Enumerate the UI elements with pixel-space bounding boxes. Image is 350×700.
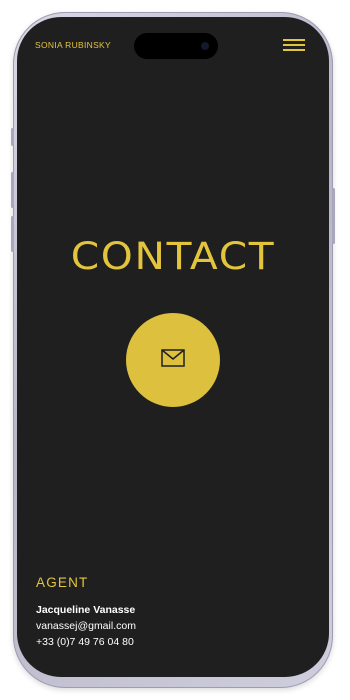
volume-down-button [11,216,14,252]
email-contact-button[interactable] [126,313,220,407]
power-button [332,188,335,244]
camera-icon [201,42,209,50]
action-button [11,128,14,146]
dynamic-island [134,33,218,59]
agent-heading: AGENT [36,575,89,590]
agent-email-link[interactable]: vanassej@gmail.com [36,620,136,632]
brand-logo[interactable]: SONIA RUBINSKY [35,40,111,50]
screen: SONIA RUBINSKY CONTACT AGENT Jacqueline … [17,17,329,677]
hamburger-menu-icon[interactable] [283,38,305,52]
agent-name: Jacqueline Vanasse [36,604,136,616]
envelope-icon [161,349,185,367]
agent-phone-link[interactable]: +33 (0)7 49 76 04 80 [36,636,134,648]
page-title: CONTACT [70,235,276,278]
volume-up-button [11,172,14,208]
